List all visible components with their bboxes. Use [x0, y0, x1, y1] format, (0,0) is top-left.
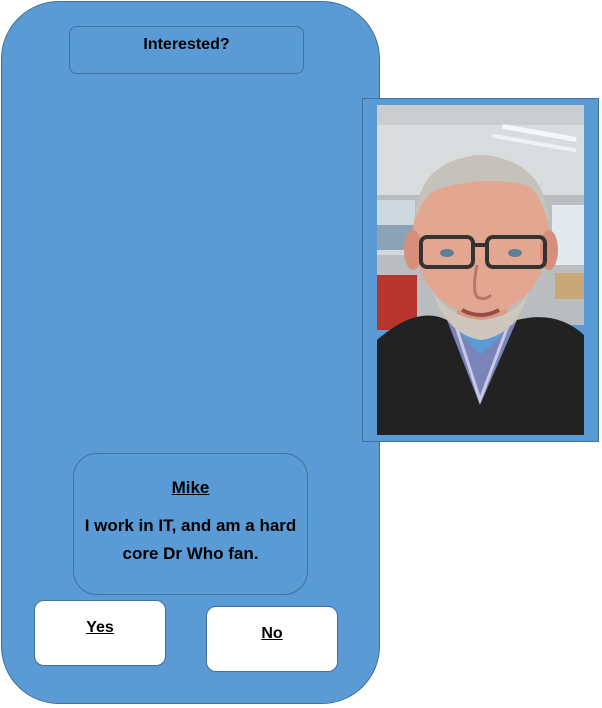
profile-name: Mike — [171, 478, 210, 497]
profile-card: Mike I work in IT, and am a hard core Dr… — [73, 453, 308, 595]
phone-panel — [1, 1, 380, 704]
profile-bio: I work in IT, and am a hard core Dr Who … — [84, 516, 297, 563]
no-button[interactable]: No — [206, 606, 338, 672]
page-title: Interested? — [143, 36, 230, 53]
profile-photo-frame — [362, 98, 599, 442]
no-button-label: No — [261, 625, 283, 642]
profile-photo — [377, 105, 584, 435]
yes-button[interactable]: Yes — [34, 600, 166, 666]
yes-button-label: Yes — [86, 619, 114, 636]
header-banner: Interested? — [69, 26, 304, 74]
